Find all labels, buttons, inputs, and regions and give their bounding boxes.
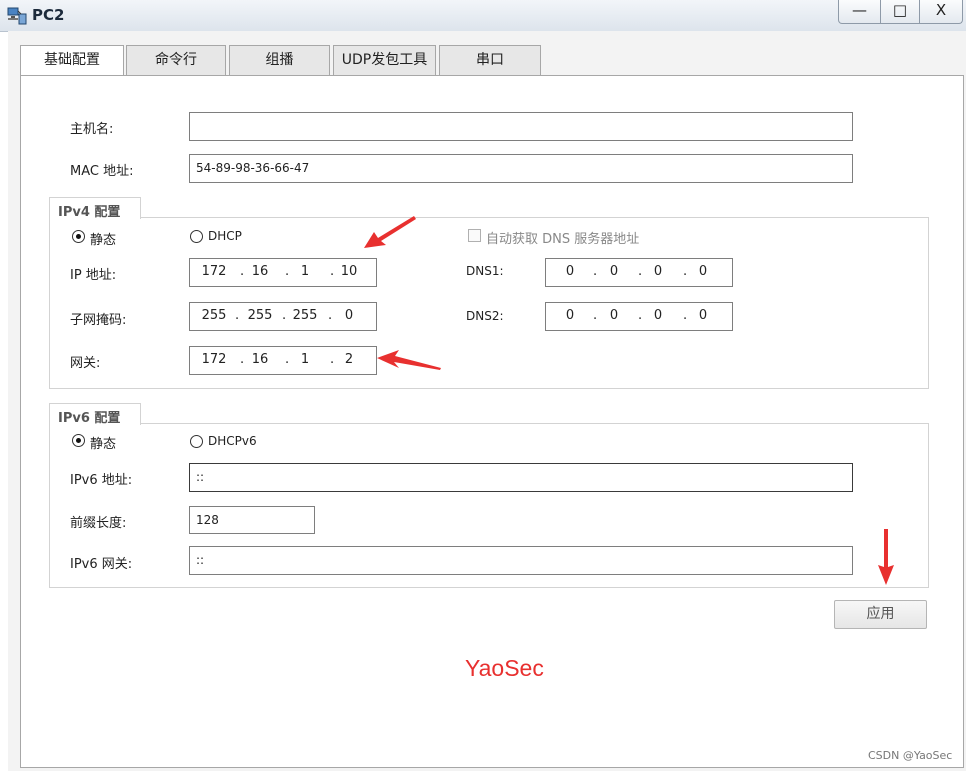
minimize-icon: — (852, 1, 867, 19)
ip-dot: . (240, 264, 245, 279)
prefix-length-label: 前缀长度: (70, 516, 127, 531)
gw-octet-1[interactable]: 172 (199, 352, 229, 367)
subnet-mask-input[interactable]: 255 . 255 . 255 . 0 (189, 302, 377, 331)
ipv6-dhcp-label: DHCPv6 (208, 434, 257, 448)
mask-octet-4[interactable]: 0 (334, 308, 364, 323)
maximize-icon: □ (892, 1, 908, 19)
dns2-input[interactable]: 0 . 0 . 0 . 0 (545, 302, 733, 331)
mask-octet-2[interactable]: 255 (245, 308, 275, 323)
auto-dns-label: 自动获取 DNS 服务器地址 (486, 232, 640, 247)
mask-octet-3[interactable]: 255 (290, 308, 320, 323)
tab-basic-config[interactable]: 基础配置 (20, 45, 124, 76)
dns2-dot: . (593, 308, 598, 323)
gateway-input[interactable]: 172 . 16 . 1 . 2 (189, 346, 377, 375)
radio-selected-dot (76, 438, 81, 443)
ip-octet-2[interactable]: 16 (245, 264, 275, 279)
annotation-arrow-dhcp-icon (364, 216, 416, 248)
maximize-button[interactable]: □ (880, 0, 920, 24)
ip-address-input[interactable]: 172 . 16 . 1 . 10 (189, 258, 377, 287)
ipv6-group-title: IPv6 配置 (49, 403, 141, 426)
ipv4-static-radio[interactable] (72, 230, 85, 243)
annotation-arrow-apply-icon (878, 529, 894, 585)
dns1-octet-4[interactable]: 0 (688, 264, 718, 279)
gw-dot: . (240, 352, 245, 367)
ipv6-gateway-input[interactable]: :: (189, 546, 853, 575)
tab-udp-tool[interactable]: UDP发包工具 (333, 45, 436, 75)
tab-multicast[interactable]: 组播 (229, 45, 330, 75)
annotation-arrow-gateway-icon (377, 350, 441, 370)
mask-dot: . (328, 308, 333, 323)
dns2-octet-3[interactable]: 0 (643, 308, 673, 323)
hostname-input[interactable] (189, 112, 853, 141)
ip-octet-3[interactable]: 1 (290, 264, 320, 279)
window-title: PC2 (32, 6, 65, 24)
dns2-octet-4[interactable]: 0 (688, 308, 718, 323)
tab-command-line[interactable]: 命令行 (126, 45, 226, 75)
ipv4-dhcp-radio[interactable] (190, 230, 203, 243)
ipv6-address-input[interactable]: :: (189, 463, 853, 492)
dns2-label: DNS2: (466, 309, 504, 323)
ip-octet-4[interactable]: 10 (334, 264, 364, 279)
ip-octet-1[interactable]: 172 (199, 264, 229, 279)
dns2-dot: . (638, 308, 643, 323)
auto-dns-checkbox[interactable] (468, 229, 481, 242)
dns1-dot: . (638, 264, 643, 279)
title-bar[interactable]: PC2 — □ X (0, 0, 966, 32)
apply-button[interactable]: 应用 (834, 600, 927, 629)
ipv6-static-label: 静态 (90, 437, 117, 452)
minimize-button[interactable]: — (838, 0, 881, 24)
mac-address-field[interactable]: 54-89-98-36-66-47 (189, 154, 853, 183)
dns1-input[interactable]: 0 . 0 . 0 . 0 (545, 258, 733, 287)
ipv6-static-radio[interactable] (72, 434, 85, 447)
pc-app-icon (7, 7, 27, 25)
gw-dot: . (285, 352, 290, 367)
ipv4-group-title: IPv4 配置 (49, 197, 141, 220)
mac-label: MAC 地址: (70, 164, 134, 179)
mask-dot: . (282, 308, 287, 323)
hostname-label: 主机名: (70, 122, 114, 137)
credit-text: CSDN @YaoSec (868, 749, 953, 762)
ipv4-dhcp-label: DHCP (208, 229, 242, 243)
ipv6-dhcp-radio[interactable] (190, 435, 203, 448)
tab-serial[interactable]: 串口 (439, 45, 541, 75)
gw-octet-2[interactable]: 16 (245, 352, 275, 367)
prefix-length-input[interactable]: 128 (189, 506, 315, 534)
dns1-octet-3[interactable]: 0 (643, 264, 673, 279)
close-icon: X (935, 1, 947, 19)
mask-dot: . (235, 308, 240, 323)
ipv6-address-label: IPv6 地址: (70, 473, 133, 488)
gw-octet-3[interactable]: 1 (290, 352, 320, 367)
ipv4-static-label: 静态 (90, 233, 117, 248)
ip-dot: . (285, 264, 290, 279)
ipv6-gateway-label: IPv6 网关: (70, 557, 133, 572)
dns2-dot: . (683, 308, 688, 323)
subnet-mask-label: 子网掩码: (70, 313, 127, 328)
dns1-octet-1[interactable]: 0 (555, 264, 585, 279)
dns1-octet-2[interactable]: 0 (599, 264, 629, 279)
ip-address-label: IP 地址: (70, 268, 117, 283)
radio-selected-dot (76, 234, 81, 239)
dns1-dot: . (593, 264, 598, 279)
gateway-label: 网关: (70, 356, 101, 371)
dns1-label: DNS1: (466, 264, 504, 278)
dns1-dot: . (683, 264, 688, 279)
watermark-text: YaoSec (465, 655, 544, 681)
mask-octet-1[interactable]: 255 (199, 308, 229, 323)
close-button[interactable]: X (919, 0, 963, 24)
dns2-octet-1[interactable]: 0 (555, 308, 585, 323)
gw-octet-4[interactable]: 2 (334, 352, 364, 367)
dns2-octet-2[interactable]: 0 (599, 308, 629, 323)
